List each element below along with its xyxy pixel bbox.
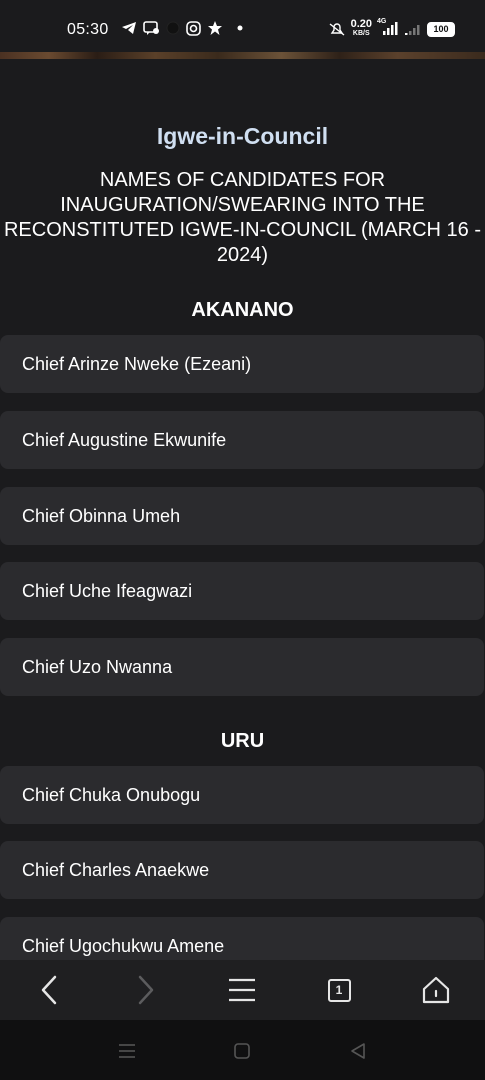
message-icon xyxy=(143,20,160,36)
page-title: Igwe-in-Council xyxy=(156,123,329,149)
candidate-card[interactable]: Chief Augustine Ekwunife xyxy=(0,411,484,469)
candidate-card[interactable]: Chief Ugochukwu Amene xyxy=(0,917,484,960)
instagram-icon xyxy=(186,20,201,36)
back-icon[interactable] xyxy=(31,972,67,1008)
tab-count: 1 xyxy=(327,978,351,1002)
status-bar: 05:30 0.20 KB/S 4G 100 xyxy=(0,0,485,52)
menu-icon[interactable] xyxy=(224,972,260,1008)
home-square-icon[interactable] xyxy=(231,1040,253,1062)
page-header-image-strip xyxy=(0,52,485,59)
signal-icon: 4G xyxy=(377,18,399,36)
candidate-card[interactable]: Chief Uzo Nwanna xyxy=(0,638,484,696)
candidate-card[interactable]: Chief Chuka Onubogu xyxy=(0,766,484,824)
home-icon[interactable] xyxy=(418,972,454,1008)
dot-icon xyxy=(237,25,243,31)
status-time: 05:30 xyxy=(67,21,109,38)
signal-weak-icon xyxy=(404,22,422,36)
network-speed-unit: KB/S xyxy=(352,30,370,37)
section-title-uru: URU xyxy=(220,730,265,752)
star-icon xyxy=(207,20,223,36)
candidate-card[interactable]: Chief Charles Anaekwe xyxy=(0,841,484,899)
tabs-icon[interactable]: 1 xyxy=(321,972,357,1008)
browser-toolbar: 1 xyxy=(0,960,485,1020)
section-title-akanano: AKANANO xyxy=(191,299,294,321)
battery-level: 100 xyxy=(433,24,449,34)
alarm-off-icon xyxy=(328,22,346,36)
recents-icon[interactable] xyxy=(116,1040,138,1062)
network-speed: 0.20 KB/S xyxy=(350,18,372,38)
candidate-card[interactable]: Chief Arinze Nweke (Ezeani) xyxy=(0,335,484,393)
notification-icons xyxy=(121,20,243,36)
forward-icon[interactable] xyxy=(128,972,164,1008)
network-type: 4G xyxy=(377,18,387,25)
page-content[interactable]: Igwe-in-Council NAMES OF CANDIDATES FOR … xyxy=(0,59,485,960)
telegram-icon xyxy=(121,21,137,35)
page-subtitle: NAMES OF CANDIDATES FOR INAUGURATION/SWE… xyxy=(3,169,482,266)
network-speed-value: 0.20 xyxy=(350,18,372,30)
chat-icon xyxy=(166,21,180,35)
candidate-card[interactable]: Chief Obinna Umeh xyxy=(0,487,484,545)
candidate-card[interactable]: Chief Uche Ifeagwazi xyxy=(0,562,484,620)
battery-icon: 100 xyxy=(427,21,455,37)
system-status-icons: 0.20 KB/S 4G 100 xyxy=(328,18,455,38)
system-navigation-bar xyxy=(0,1020,485,1080)
back-triangle-icon[interactable] xyxy=(347,1040,369,1062)
